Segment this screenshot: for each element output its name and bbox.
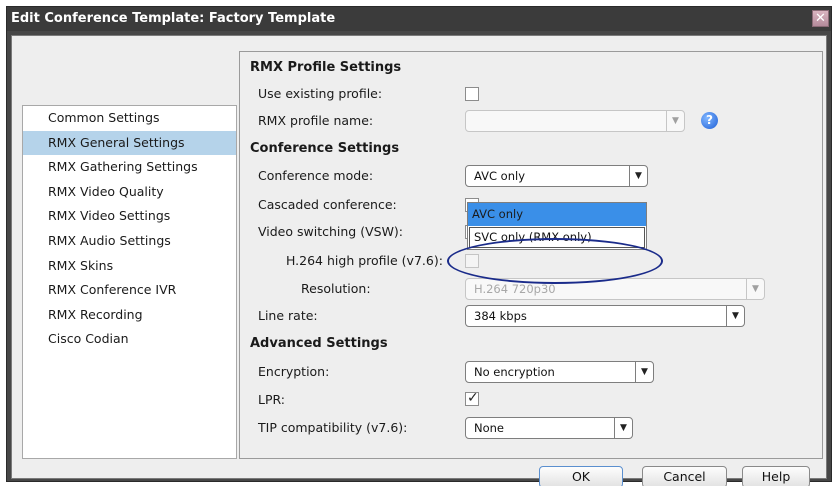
- tip-compatibility-label: TIP compatibility (v7.6):: [258, 420, 408, 435]
- chevron-down-icon: ▼: [746, 279, 764, 299]
- use-existing-profile-checkbox[interactable]: [465, 87, 479, 101]
- dialog-body: Common Settings RMX General Settings RMX…: [11, 35, 827, 486]
- tip-compatibility-select[interactable]: None ▼: [465, 417, 633, 439]
- conference-mode-value: AVC only: [474, 169, 526, 183]
- close-button[interactable]: ✕: [812, 10, 829, 27]
- sidebar-item-rmx-general-settings[interactable]: RMX General Settings: [23, 130, 236, 156]
- title-bar: Edit Conference Template: Factory Templa…: [7, 7, 831, 31]
- dialog-window: Edit Conference Template: Factory Templa…: [6, 6, 832, 486]
- chevron-down-icon: ▼: [726, 306, 744, 326]
- sidebar-item-rmx-recording[interactable]: RMX Recording: [23, 303, 236, 328]
- tip-compatibility-value: None: [474, 421, 505, 435]
- sidebar-item-common-settings[interactable]: Common Settings: [23, 106, 236, 131]
- rmx-profile-name-select[interactable]: ▼: [465, 110, 685, 132]
- chevron-down-icon: ▼: [635, 362, 653, 382]
- settings-nav: Common Settings RMX General Settings RMX…: [22, 105, 237, 459]
- conference-mode-label: Conference mode:: [258, 168, 374, 183]
- sidebar-item-rmx-skins[interactable]: RMX Skins: [23, 254, 236, 279]
- settings-panel: RMX Profile Settings Use existing profil…: [239, 51, 823, 459]
- conference-mode-option-avc[interactable]: AVC only: [468, 203, 646, 226]
- chevron-down-icon: ▼: [629, 166, 647, 186]
- ok-button[interactable]: OK: [539, 466, 623, 486]
- use-existing-profile-label: Use existing profile:: [258, 86, 383, 101]
- sidebar-item-rmx-video-settings[interactable]: RMX Video Settings: [23, 204, 236, 229]
- sidebar-item-cisco-codian[interactable]: Cisco Codian: [23, 327, 236, 352]
- sidebar-item-rmx-gathering-settings[interactable]: RMX Gathering Settings: [23, 155, 236, 180]
- conference-section-title: Conference Settings: [250, 141, 400, 156]
- line-rate-value: 384 kbps: [474, 309, 527, 323]
- conference-mode-select[interactable]: AVC only ▼: [465, 165, 648, 187]
- chevron-down-icon: ▼: [666, 111, 684, 131]
- cascaded-conference-label: Cascaded conference:: [258, 197, 397, 212]
- line-rate-label: Line rate:: [258, 308, 318, 323]
- sidebar-item-rmx-video-quality[interactable]: RMX Video Quality: [23, 180, 236, 205]
- encryption-label: Encryption:: [258, 364, 330, 379]
- video-switching-label: Video switching (VSW):: [258, 224, 404, 239]
- sidebar-item-rmx-conference-ivr[interactable]: RMX Conference IVR: [23, 278, 236, 303]
- resolution-value: H.264 720p30: [474, 282, 556, 296]
- highlight-ellipse: [447, 238, 663, 284]
- cancel-button[interactable]: Cancel: [642, 466, 727, 486]
- chevron-down-icon: ▼: [614, 418, 632, 438]
- encryption-select[interactable]: No encryption ▼: [465, 361, 654, 383]
- help-button[interactable]: Help: [742, 466, 810, 486]
- lpr-label: LPR:: [258, 392, 286, 407]
- resolution-label: Resolution:: [301, 281, 371, 296]
- rmx-profile-name-label: RMX profile name:: [258, 113, 374, 128]
- sidebar-item-rmx-audio-settings[interactable]: RMX Audio Settings: [23, 229, 236, 254]
- lpr-checkbox[interactable]: ✓: [465, 390, 479, 406]
- window-title: Edit Conference Template: Factory Templa…: [11, 11, 336, 26]
- encryption-value: No encryption: [474, 365, 555, 379]
- h264-high-profile-label: H.264 high profile (v7.6):: [286, 253, 443, 268]
- close-icon: ✕: [815, 11, 826, 26]
- line-rate-select[interactable]: 384 kbps ▼: [465, 305, 745, 327]
- advanced-section-title: Advanced Settings: [250, 336, 388, 351]
- checkmark-icon: ✓: [467, 390, 479, 406]
- help-icon[interactable]: ?: [701, 112, 718, 129]
- rmx-profile-section-title: RMX Profile Settings: [250, 60, 402, 75]
